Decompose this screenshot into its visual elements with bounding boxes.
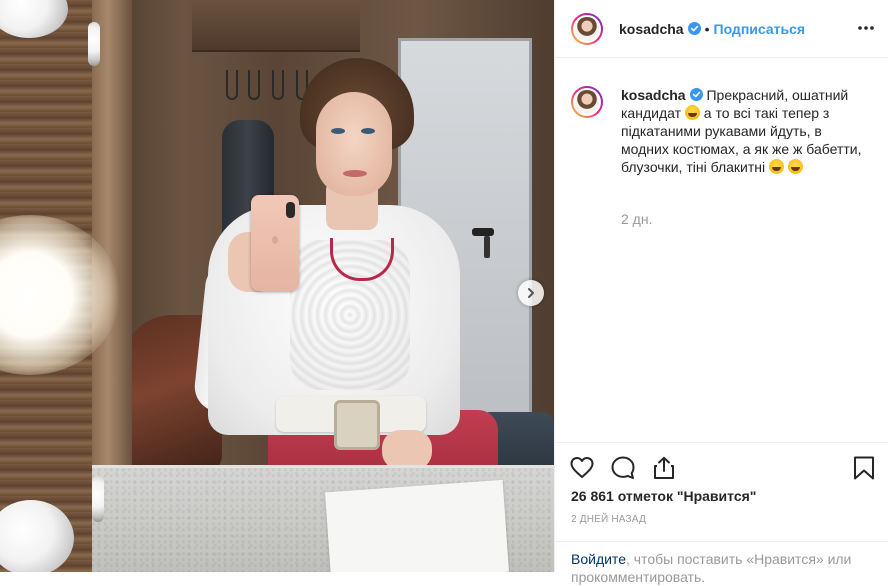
verified-badge-icon — [689, 88, 703, 101]
header-username[interactable]: kosadcha — [619, 21, 684, 37]
grinning-sweat-emoji-icon — [684, 105, 700, 120]
likes-count[interactable]: 26 861 отметок "Нравится" — [571, 488, 756, 504]
door-handle — [472, 228, 494, 236]
coat-hook — [226, 70, 238, 100]
grinning-sweat-emoji-icon — [769, 159, 785, 174]
phone-logo — [272, 236, 278, 244]
chevron-right-icon — [528, 288, 534, 298]
post-caption: kosadcha Прекрасний, ошатний кандидат а … — [621, 86, 871, 176]
heart-icon[interactable] — [569, 455, 595, 481]
follow-button[interactable]: Подписаться — [714, 21, 806, 37]
eye — [361, 128, 375, 134]
login-prompt: Войдите, чтобы поставить «Нравится» или … — [555, 541, 888, 585]
caption-avatar[interactable] — [571, 86, 603, 118]
lips — [343, 170, 367, 177]
grinning-sweat-emoji-icon — [787, 159, 803, 174]
post-side-panel: kosadcha • Подписаться kosadcha Прекрасни… — [554, 0, 888, 585]
avatar[interactable] — [571, 13, 603, 45]
login-link[interactable]: Войдите — [571, 551, 626, 567]
vanity-bulb — [88, 22, 100, 66]
mirror-edge — [92, 0, 132, 465]
caption-timestamp[interactable]: 2 дн. — [621, 211, 652, 227]
bookmark-icon[interactable] — [851, 455, 877, 481]
more-options-icon[interactable] — [857, 19, 875, 37]
post-date[interactable]: 2 ДНЕЙ НАЗАД — [571, 514, 646, 525]
sheet-of-paper — [325, 479, 509, 572]
eye — [331, 128, 345, 134]
verified-badge-icon — [687, 22, 701, 35]
face — [316, 92, 392, 196]
header-user-line: kosadcha • Подписаться — [619, 21, 805, 39]
phone-camera — [286, 202, 295, 218]
wall-cabinet — [192, 0, 360, 52]
coat-hook — [272, 70, 284, 100]
door-lock — [484, 236, 490, 258]
hand — [382, 430, 432, 470]
share-icon[interactable] — [651, 455, 677, 481]
separator-dot: • — [704, 21, 710, 37]
belt-buckle — [334, 400, 380, 450]
comment-icon[interactable] — [610, 455, 636, 481]
post-actions: 26 861 отметок "Нравится" 2 ДНЕЙ НАЗАД В… — [555, 442, 888, 585]
next-photo-button[interactable] — [518, 280, 544, 306]
caption-username[interactable]: kosadcha — [621, 87, 686, 103]
vanity-bulb — [92, 476, 104, 522]
coat-hook — [248, 70, 260, 100]
post-photo[interactable] — [0, 0, 554, 572]
post-header: kosadcha • Подписаться — [555, 0, 888, 58]
